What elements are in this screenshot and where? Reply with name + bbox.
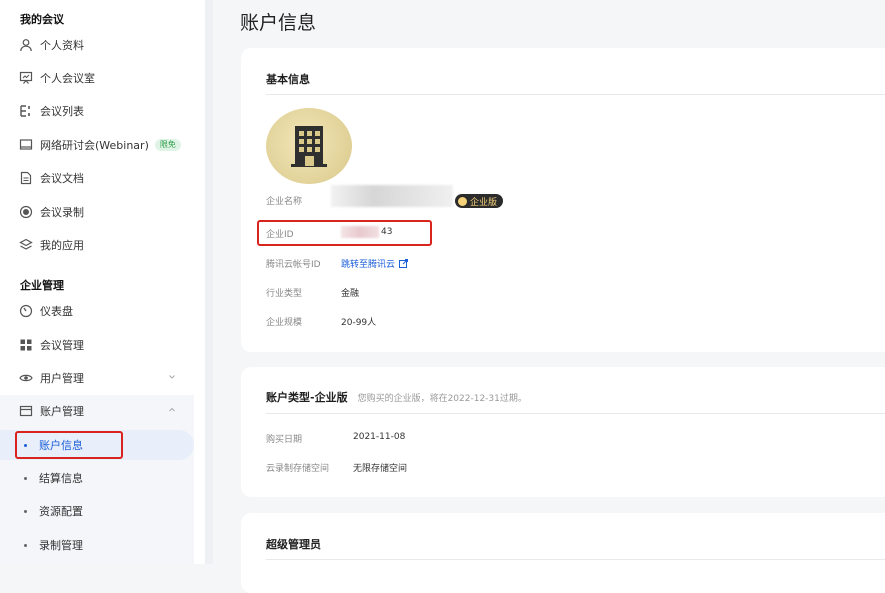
tencent-cloud-link[interactable]: 跳转至腾讯云 [341, 257, 409, 270]
redacted-company-name [331, 185, 453, 207]
tencent-cloud-link-label: 跳转至腾讯云 [341, 260, 396, 270]
sidebar-item-documents[interactable]: 会议文档 [0, 163, 194, 193]
company-avatar [266, 108, 352, 184]
bullet-dot [24, 443, 27, 447]
cloud-storage-label: 云录制存储空间 [266, 464, 330, 474]
sidebar-item-dashboard[interactable]: 仪表盘 [0, 296, 194, 326]
sidebar-item-profile[interactable]: 个人资料 [0, 30, 194, 60]
sidebar-subitem-label: 录制管理 [39, 539, 83, 552]
tencent-cloud-id-label: 腾讯云帐号ID [266, 260, 321, 270]
enterprise-edition-badge: 企业版 [455, 194, 504, 208]
sidebar-item-label: 个人资料 [40, 39, 84, 52]
bullet-dot [24, 476, 27, 480]
sidebar-item-account-management[interactable]: 账户管理 [0, 396, 194, 426]
chevron-down-icon [169, 375, 175, 379]
divider [266, 94, 885, 95]
sidebar-item-meeting-list[interactable]: 会议列表 [0, 96, 194, 126]
sidebar-subitem-label: 账户信息 [39, 439, 83, 452]
super-admin-card: 超级管理员 [241, 513, 885, 593]
list-icon [19, 104, 33, 118]
record-icon [19, 205, 33, 219]
divider [266, 559, 885, 560]
company-name-label: 企业名称 [266, 197, 303, 207]
basic-info-card: 基本信息 企业名称 企业版 企业ID 43 腾讯云帐号ID 跳转至腾讯云 行业类… [241, 48, 885, 352]
sidebar-subitem-account-info[interactable]: 账户信息 [0, 430, 194, 460]
sidebar-item-label: 会议录制 [40, 206, 84, 219]
monitor-icon [19, 138, 33, 152]
chevron-up-icon [169, 407, 175, 412]
sidebar-item-label: 仪表盘 [40, 305, 73, 318]
divider [266, 413, 885, 414]
sidebar-subitem-resource-config[interactable]: 资源配置 [0, 496, 194, 526]
sidebar-subitem-label: 结算信息 [39, 472, 83, 485]
sidebar-item-label: 会议管理 [40, 339, 84, 352]
sidebar-subitem-recording-management[interactable]: 录制管理 [0, 530, 194, 560]
company-id-label: 企业ID [266, 230, 294, 240]
edition-icon [458, 196, 467, 206]
external-link-icon [399, 259, 409, 268]
sidebar: 我的会议 个人资料 个人会议室 会议列表 网络研讨会(Webinar) 限免 会… [0, 0, 205, 564]
sidebar-divider [205, 0, 213, 564]
page-title: 账户信息 [240, 12, 317, 34]
super-admin-title: 超级管理员 [266, 538, 321, 551]
account-icon [19, 404, 33, 418]
eye-icon [19, 371, 33, 385]
sidebar-item-webinar[interactable]: 网络研讨会(Webinar) 限免 [0, 130, 194, 160]
account-type-title: 账户类型-企业版 您购买的企业版，将在2022-12-31过期。 [266, 389, 527, 405]
sidebar-item-label: 账户管理 [40, 405, 84, 418]
sidebar-item-recordings[interactable]: 会议录制 [0, 197, 194, 227]
account-type-card: 账户类型-企业版 您购买的企业版，将在2022-12-31过期。 购买日期 202… [241, 367, 885, 497]
grid-icon [19, 338, 33, 352]
basic-info-title: 基本信息 [266, 73, 310, 86]
bullet-dot [24, 509, 27, 513]
sidebar-item-my-apps[interactable]: 我的应用 [0, 230, 194, 260]
sidebar-subitem-billing-info[interactable]: 结算信息 [0, 463, 194, 493]
document-icon [19, 171, 33, 185]
section-title-my-meetings: 我的会议 [20, 13, 64, 26]
sidebar-item-label: 我的应用 [40, 239, 84, 252]
cloud-storage-value: 无限存储空间 [353, 464, 408, 474]
dashboard-icon [19, 304, 33, 318]
edition-badge-label: 企业版 [470, 197, 498, 208]
sidebar-item-label: 个人会议室 [40, 72, 95, 85]
redacted-company-id [341, 226, 379, 238]
free-badge: 限免 [154, 139, 181, 151]
sidebar-item-meeting-management[interactable]: 会议管理 [0, 330, 194, 360]
company-id-suffix: 43 [381, 227, 393, 237]
user-icon [19, 38, 33, 52]
bullet-dot [24, 543, 27, 547]
account-type-heading: 账户类型-企业版 [266, 391, 348, 404]
industry-value: 金融 [341, 289, 360, 299]
presentation-icon [19, 71, 33, 85]
sidebar-item-label: 网络研讨会(Webinar) [40, 139, 149, 152]
building-icon [291, 126, 327, 167]
industry-label: 行业类型 [266, 289, 303, 299]
company-scale-value: 20-99人 [341, 318, 377, 328]
company-scale-label: 企业规模 [266, 318, 303, 328]
sidebar-item-label: 会议文档 [40, 172, 84, 185]
sidebar-item-label: 会议列表 [40, 105, 84, 118]
sidebar-item-label: 用户管理 [40, 372, 84, 385]
purchase-date-value: 2021-11-08 [353, 432, 406, 442]
purchase-date-label: 购买日期 [266, 435, 303, 445]
layers-icon [19, 238, 33, 252]
section-title-enterprise: 企业管理 [20, 279, 64, 292]
sidebar-item-personal-room[interactable]: 个人会议室 [0, 63, 194, 93]
sidebar-item-user-management[interactable]: 用户管理 [0, 363, 194, 393]
sidebar-subitem-label: 资源配置 [39, 505, 83, 518]
account-type-expiry-note: 您购买的企业版，将在2022-12-31过期。 [357, 394, 527, 404]
